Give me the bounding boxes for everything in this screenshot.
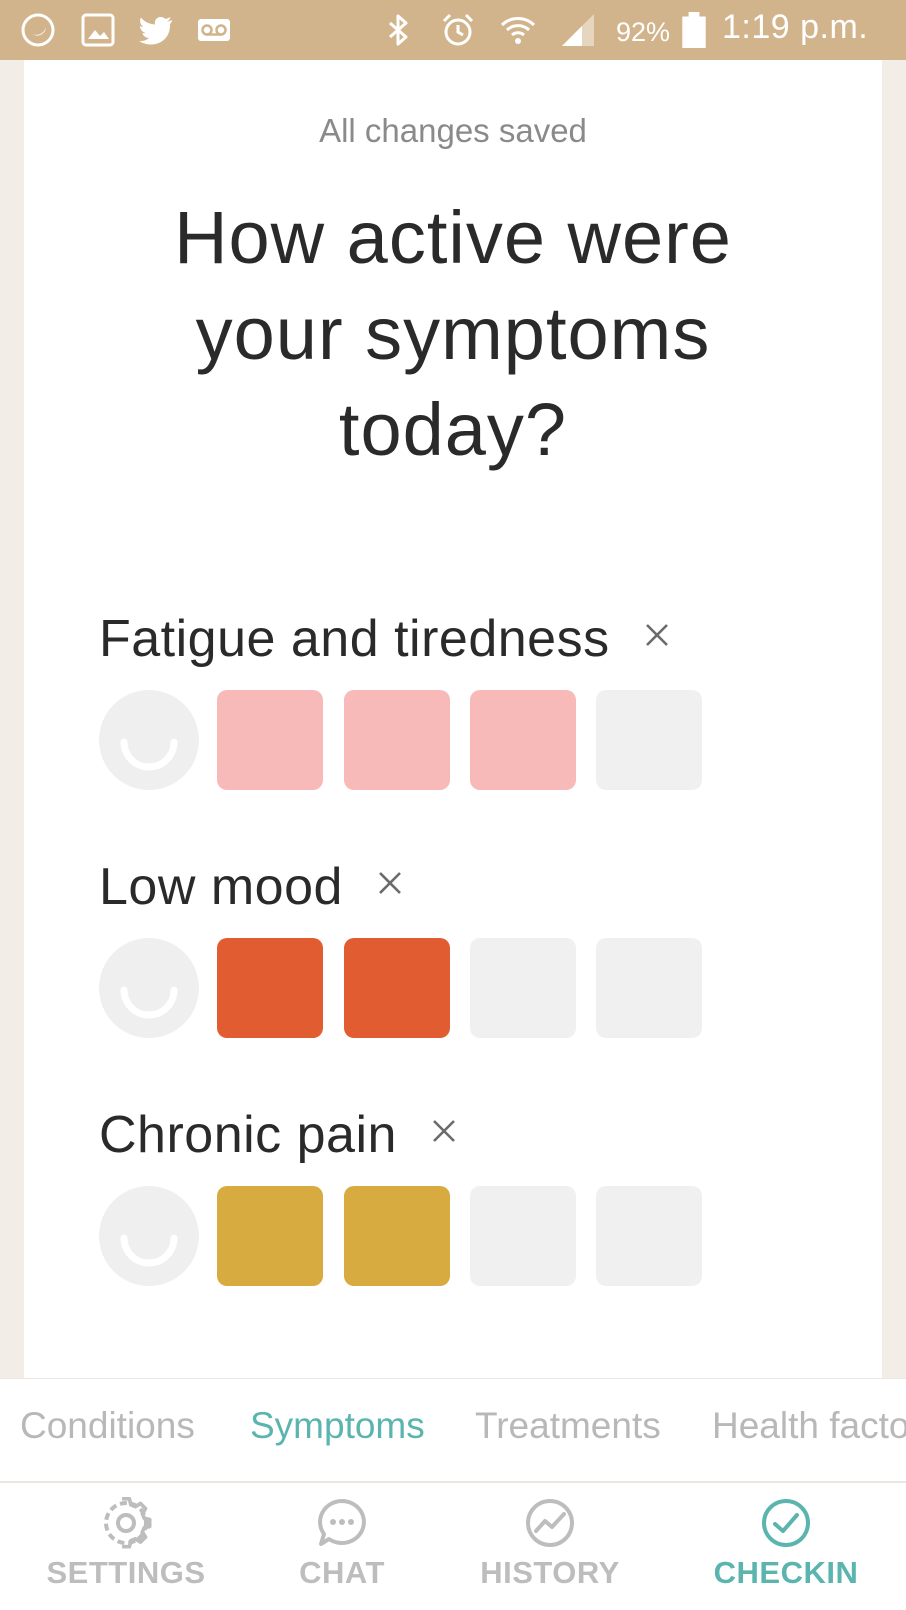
no-symptoms-smiley-button[interactable] [99,690,199,790]
severity-level-3[interactable] [470,1186,576,1286]
remove-symptom-button[interactable] [375,868,405,898]
smiley-icon [120,738,178,771]
smiley-icon [120,1234,178,1267]
severity-level-2[interactable] [344,1186,450,1286]
no-symptoms-smiley-button[interactable] [99,1186,199,1286]
signal-icon [560,12,596,48]
battery-percent: 92% [616,17,671,47]
wifi-icon [500,12,536,48]
severity-level-1[interactable] [217,1186,323,1286]
status-bar: 92% 1:19 p.m. [0,0,906,60]
severity-level-4[interactable] [596,938,702,1038]
gear-icon [100,1497,152,1549]
close-icon [379,872,402,894]
nav-label: HISTORY [480,1555,620,1590]
symptom-name: Fatigue and tiredness [99,610,610,668]
moon-icon [20,12,56,48]
question-line: your symptoms [195,292,711,375]
smiley-icon [120,986,178,1019]
remove-symptom-button[interactable] [429,1116,459,1146]
twitter-icon [138,12,174,48]
battery-icon [680,12,708,48]
severity-level-4[interactable] [596,690,702,790]
severity-level-2[interactable] [344,690,450,790]
severity-level-3[interactable] [470,938,576,1038]
symptom-name: Chronic pain [99,1106,397,1164]
nav-settings[interactable]: SETTINGS [36,1483,216,1610]
remove-symptom-button[interactable] [642,620,672,650]
save-status: All changes saved [319,112,587,149]
question-line: today? [338,388,568,471]
symptom-name: Low mood [99,858,343,916]
question-line: How active were [174,196,732,279]
nav-checkin[interactable]: CHECKIN [706,1483,866,1610]
severity-level-3[interactable] [470,690,576,790]
close-icon [433,1120,456,1142]
nav-label: CHAT [299,1555,385,1590]
nav-label: SETTINGS [46,1555,206,1590]
bottom-nav: SETTINGS CHAT HISTORY CHECKIN [0,1483,906,1610]
close-icon [646,624,668,646]
tab-conditions[interactable]: Conditions [20,1405,195,1447]
severity-level-2[interactable] [344,938,450,1038]
tab-symptoms[interactable]: Symptoms [250,1405,425,1447]
severity-level-4[interactable] [596,1186,702,1286]
clock: 1:19 p.m. [722,8,869,46]
bluetooth-icon [380,12,416,48]
nav-label: CHECKIN [713,1555,859,1590]
symptom-row: Fatigue and tiredness [99,609,819,790]
voicemail-icon [196,12,232,48]
symptom-row: Low mood [99,857,819,1038]
image-icon [80,12,116,48]
alarm-icon [440,12,476,48]
no-symptoms-smiley-button[interactable] [99,938,199,1038]
severity-level-1[interactable] [217,690,323,790]
tab-health-factors[interactable]: Health facto [712,1405,906,1447]
nav-chat[interactable]: CHAT [272,1483,412,1610]
checkin-card: All changes saved How active were your s… [24,60,882,1378]
severity-level-1[interactable] [217,938,323,1038]
checkin-section-tabs: Conditions Symptoms Treatments Health fa… [0,1378,906,1482]
nav-history[interactable]: HISTORY [462,1483,638,1610]
chat-icon [316,1497,368,1549]
symptom-row: Chronic pain [99,1105,819,1286]
question-title: How active were your symptoms today? [114,190,792,478]
check-circle-icon [760,1497,812,1549]
tab-treatments[interactable]: Treatments [475,1405,661,1447]
chart-icon [524,1497,576,1549]
